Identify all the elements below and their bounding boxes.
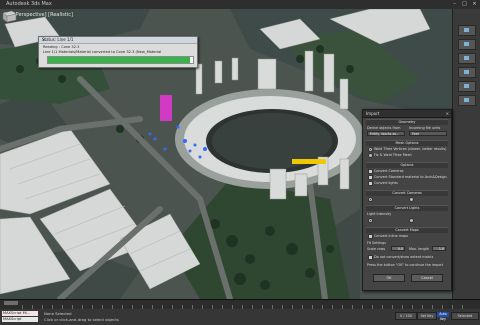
scale-rows-field[interactable]: 0.0 xyxy=(391,246,405,251)
prompt-line: Click or click-and-drag to select object… xyxy=(44,317,119,322)
convert-material-label: Convert Standard material to Arch&Design xyxy=(374,175,447,179)
convert-lights-checkbox[interactable] xyxy=(368,181,373,186)
progress-detail-line: Line 1/1 Materials/Material converted to… xyxy=(43,50,162,54)
hierarchy-tab-icon[interactable] xyxy=(458,53,476,64)
geometry-section-label: Geometry xyxy=(398,120,416,124)
convert-lights-section-label: Convert Lights xyxy=(394,206,420,210)
progress-status-line: Reading : Cone 32.3 xyxy=(43,45,80,49)
derive-objects-dropdown[interactable]: Entity, blocks as... xyxy=(367,131,405,136)
frame-counter[interactable]: 0 / 100 xyxy=(395,312,417,320)
lights-radio-a[interactable] xyxy=(368,218,373,223)
maxscript-output[interactable]: MAXScript xyxy=(2,317,38,322)
by-layer-label: Derive objects from xyxy=(367,126,401,130)
minimize-button[interactable]: – xyxy=(450,1,459,8)
convert-cameras-section[interactable]: Convert Cameras xyxy=(366,190,448,196)
close-icon[interactable]: × xyxy=(446,110,449,117)
extent-matrix-checkbox[interactable] xyxy=(368,255,373,260)
convert-cameras-section-label: Convert Cameras xyxy=(392,191,422,195)
convert-maps-section-label: Convert Maps xyxy=(395,228,419,232)
mesh-options-section[interactable]: Mesh Options xyxy=(366,140,448,146)
options-section[interactable]: Options xyxy=(366,162,448,168)
selection-status: None Selected xyxy=(44,311,72,316)
close-icon[interactable]: × xyxy=(42,37,195,43)
time-slider-handle[interactable] xyxy=(4,301,18,305)
geometry-section[interactable]: Geometry xyxy=(366,119,448,125)
close-window-button[interactable]: × xyxy=(470,1,479,8)
create-tab-icon[interactable] xyxy=(458,25,476,36)
ok-button[interactable]: OK xyxy=(373,274,405,282)
motion-tab-icon[interactable] xyxy=(458,67,476,78)
app-title: Autodesk 3ds Max xyxy=(6,1,52,7)
max-length-field[interactable]: 1.0 xyxy=(432,246,446,251)
progress-dialog: Status: Line 1/1 × Reading : Cone 32.3 L… xyxy=(38,36,198,68)
extent-matrix-label: Do not convert/show extent matrix xyxy=(374,255,434,259)
scale-rows-label: Scale rows xyxy=(367,247,386,251)
utilities-tab-icon[interactable] xyxy=(458,95,476,106)
convert-material-checkbox[interactable] xyxy=(368,175,373,180)
fit-settings-label: Fit Settings xyxy=(367,241,386,245)
units-dropdown[interactable]: Feet xyxy=(409,131,447,136)
viewcube-icon[interactable] xyxy=(0,9,18,23)
display-tab-icon[interactable] xyxy=(458,81,476,92)
cameras-radio-a[interactable] xyxy=(368,197,373,202)
fix-weld-label: Fix & Weld Tfree Mesh xyxy=(374,153,412,157)
command-panel xyxy=(452,9,480,299)
convert-maps-section[interactable]: Convert Maps xyxy=(366,227,448,233)
app-window: Autodesk 3ds Max – □ × [+] [Perspective]… xyxy=(0,0,480,325)
maximize-button[interactable]: □ xyxy=(460,1,469,8)
modify-tab-icon[interactable] xyxy=(458,39,476,50)
import-note: Press the button "OK" to continue the im… xyxy=(367,263,444,267)
convert-cameras-checkbox[interactable] xyxy=(368,169,373,174)
convert-cameras-label: Convert Cameras xyxy=(374,169,404,173)
key-filter-dropdown[interactable]: Selected xyxy=(451,312,479,320)
max-length-label: Max. length xyxy=(409,247,429,251)
mesh-options-label: Mesh Options xyxy=(395,141,419,145)
import-dialog-title: Import xyxy=(366,111,380,116)
import-dialog-header: Import × xyxy=(363,110,451,118)
cameras-radio-b[interactable] xyxy=(409,197,414,202)
convert-inline-maps-label: Convert inline maps xyxy=(374,234,409,238)
set-key-button[interactable]: Set Key xyxy=(417,312,437,320)
fix-weld-radio[interactable] xyxy=(368,153,373,158)
import-dialog: Import × Geometry Derive objects from In… xyxy=(362,109,452,291)
lights-radio-b[interactable] xyxy=(409,218,414,223)
cancel-button[interactable]: Cancel xyxy=(411,274,443,282)
convert-lights-option-label: Convert lights xyxy=(374,181,398,185)
convert-lights-section[interactable]: Convert Lights xyxy=(366,205,448,211)
maxscript-listener-input[interactable]: MAXScript Mi... xyxy=(2,311,38,316)
units-label: Incoming file units xyxy=(409,126,441,130)
light-intensity-label: Light Intensity xyxy=(367,212,392,216)
auto-key-button[interactable]: Auto Key xyxy=(437,312,449,321)
progress-fill xyxy=(48,57,191,63)
weld-vertices-label: Weld Tfree Vertices (slower, better resu… xyxy=(374,147,447,151)
progress-dialog-header: Status: Line 1/1 × xyxy=(39,37,197,44)
options-section-label: Options xyxy=(400,163,414,167)
weld-vertices-radio[interactable] xyxy=(368,147,373,152)
status-bar: MAXScript Mi... MAXScript None Selected … xyxy=(0,309,480,325)
progress-bar xyxy=(47,56,194,64)
convert-inline-maps-checkbox[interactable] xyxy=(368,234,373,239)
